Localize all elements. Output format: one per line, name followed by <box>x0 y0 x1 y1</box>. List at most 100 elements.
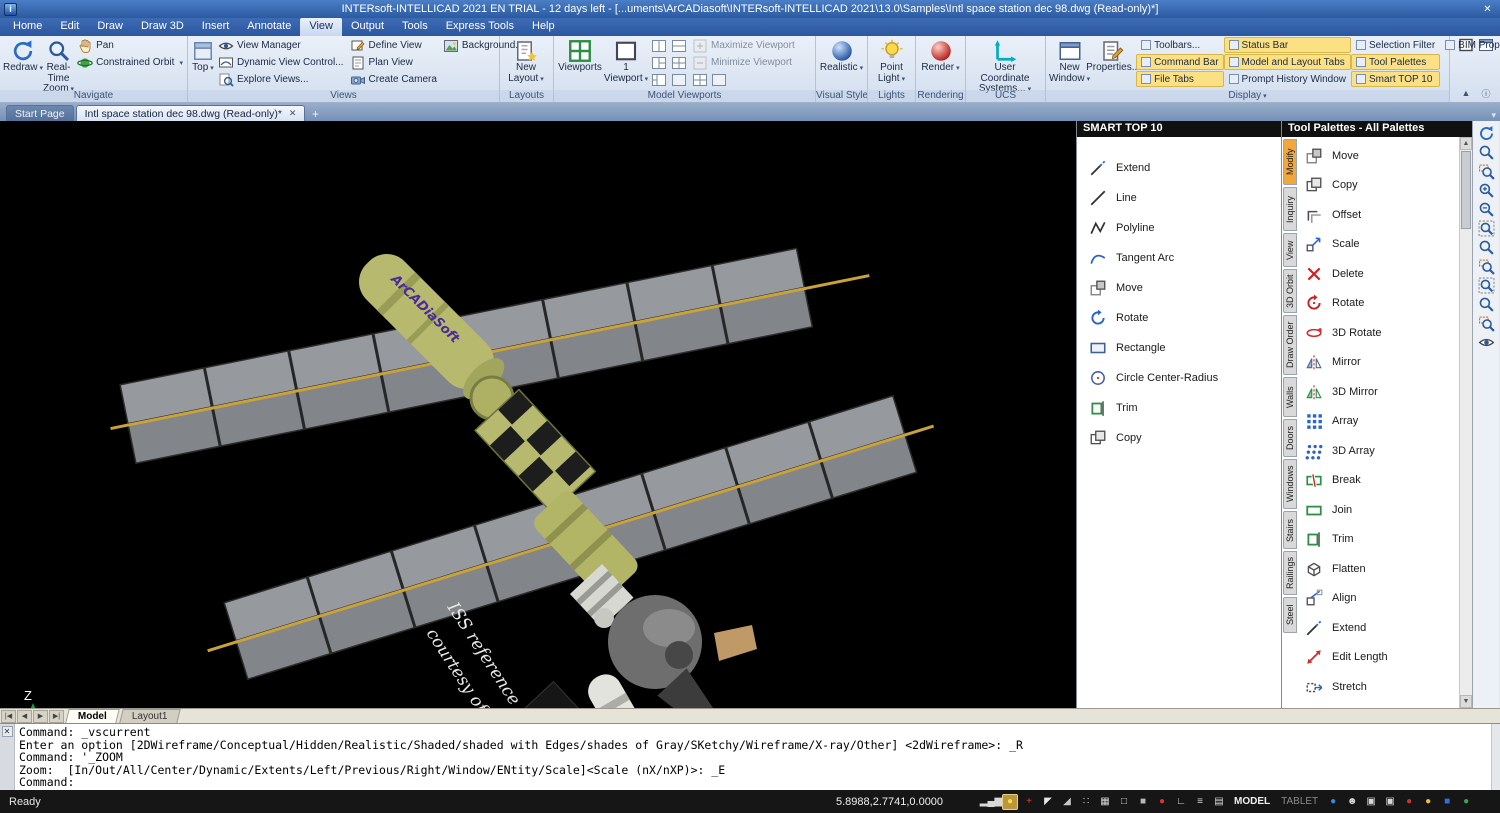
viewports-button[interactable]: Viewports <box>557 37 603 90</box>
toggle-toolbars[interactable]: Toolbars... <box>1136 37 1223 53</box>
lights-icon[interactable]: ● <box>1002 794 1018 810</box>
viewport[interactable]: ArCADiaSoft <box>0 121 1076 708</box>
palette-item-3d-array[interactable]: 3D Array <box>1297 436 1459 466</box>
ortho-icon[interactable]: ∟ <box>1173 794 1189 810</box>
smart-item-circle-center-radius[interactable]: Circle Center-Radius <box>1077 363 1281 393</box>
model-space-indicator[interactable]: MODEL <box>1230 796 1274 807</box>
new-layout-button[interactable]: New Layout▾ <box>503 37 549 90</box>
smart-item-copy[interactable]: Copy <box>1077 423 1281 453</box>
palette-item-array[interactable]: Array <box>1297 407 1459 437</box>
menu-item-express-tools[interactable]: Express Tools <box>437 18 523 36</box>
smart-item-tangent-arc[interactable]: Tangent Arc <box>1077 243 1281 273</box>
toggle-status-bar[interactable]: Status Bar <box>1224 37 1351 53</box>
menu-item-home[interactable]: Home <box>4 18 51 36</box>
ribbon-button-explore-views[interactable]: Explore Views... <box>215 71 347 88</box>
pan-button[interactable]: Pan <box>74 37 186 54</box>
zoom-extents-button[interactable] <box>1475 276 1497 295</box>
record-red-icon[interactable]: ● <box>1401 794 1417 810</box>
palette-item-flatten[interactable]: Flatten <box>1297 554 1459 584</box>
palette-scrollbar[interactable]: ▲ ▼ <box>1459 137 1472 708</box>
palette-item-mirror[interactable]: Mirror <box>1297 348 1459 378</box>
monitor-2-icon[interactable]: ▣ <box>1382 794 1398 810</box>
palette-item-scale[interactable]: Scale <box>1297 230 1459 260</box>
palette-item-trim[interactable]: Trim <box>1297 525 1459 555</box>
eye-button[interactable] <box>1475 333 1497 352</box>
palette-item-3d-mirror[interactable]: 3D Mirror <box>1297 377 1459 407</box>
palette-tab-modify[interactable]: Modify <box>1283 139 1297 185</box>
zoom-dynamic-button[interactable] <box>1475 257 1497 276</box>
viewport-single-icon[interactable] <box>671 72 687 88</box>
viewport-icon[interactable]: □ <box>1116 794 1132 810</box>
layout-nav-icon-2[interactable]: ◀ <box>17 710 32 723</box>
palette-tab-view[interactable]: View <box>1283 233 1297 267</box>
menu-item-draw[interactable]: Draw <box>88 18 132 36</box>
viewport-extra-icon-2[interactable] <box>711 72 727 88</box>
palette-tab-doors[interactable]: Doors <box>1283 419 1297 457</box>
smart-item-rotate[interactable]: Rotate <box>1077 303 1281 333</box>
palette-item-edit-length[interactable]: Edit Length <box>1297 643 1459 673</box>
toggle-tool-palettes[interactable]: Tool Palettes <box>1351 54 1440 70</box>
ribbon-button-view-manager[interactable]: View Manager <box>215 37 347 54</box>
menu-item-view[interactable]: View <box>300 18 342 36</box>
smart-item-polyline[interactable]: Polyline <box>1077 213 1281 243</box>
ribbon-info-icon[interactable]: ⓘ <box>1478 86 1494 100</box>
new-window-button[interactable]: New Window▾ <box>1049 37 1090 90</box>
menu-item-help[interactable]: Help <box>523 18 564 36</box>
ribbon-button-plan-view[interactable]: Plan View <box>347 54 440 71</box>
palette-item-align[interactable]: Align <box>1297 584 1459 614</box>
zoom-previous-button[interactable] <box>1475 295 1497 314</box>
smart-panel-title[interactable]: SMART TOP 10 <box>1077 121 1281 137</box>
ucs-button[interactable]: User Coordinate Systems...▾ <box>969 37 1041 90</box>
close-button[interactable]: ✕ <box>1479 2 1496 16</box>
ribbon-button-create-camera[interactable]: Create Camera <box>347 71 440 88</box>
palette-tab-windows[interactable]: Windows <box>1283 459 1297 509</box>
layout-nav-icon-3[interactable]: ▶ <box>33 710 48 723</box>
layout-tab-layout1[interactable]: Layout1 <box>119 709 180 723</box>
grid-icon[interactable]: ▦ <box>1097 794 1113 810</box>
menu-item-edit[interactable]: Edit <box>51 18 88 36</box>
bim-blue-icon[interactable]: ■ <box>1439 794 1455 810</box>
toggle-bim-properties[interactable]: BIM Properties <box>1440 37 1500 53</box>
palette-item-break[interactable]: Break <box>1297 466 1459 496</box>
zoom-center-button[interactable] <box>1475 238 1497 257</box>
warning-yellow-icon[interactable]: ● <box>1420 794 1436 810</box>
app-blue-icon[interactable]: ● <box>1325 794 1341 810</box>
palette-item-join[interactable]: Join <box>1297 495 1459 525</box>
layout-tab-model[interactable]: Model <box>65 709 119 723</box>
menu-item-annotate[interactable]: Annotate <box>238 18 300 36</box>
menu-item-insert[interactable]: Insert <box>193 18 239 36</box>
command-close-icon[interactable]: ✕ <box>2 726 13 737</box>
list-icon[interactable]: ▤ <box>1211 794 1227 810</box>
status-ok-icon[interactable]: ● <box>1458 794 1474 810</box>
palette-item-3d-rotate[interactable]: 3D Rotate <box>1297 318 1459 348</box>
viewport-split-three-alt-icon[interactable] <box>651 72 667 88</box>
smart-item-line[interactable]: Line <box>1077 183 1281 213</box>
redraw-button[interactable] <box>1475 124 1497 143</box>
tab-close-icon[interactable]: ✕ <box>289 108 297 119</box>
realistic-button[interactable]: Realistic▾ <box>819 37 864 90</box>
snap-icon[interactable]: ◢ <box>1059 794 1075 810</box>
viewport-split-horizontal-icon[interactable] <box>671 38 687 54</box>
palette-item-extend[interactable]: Extend <box>1297 613 1459 643</box>
smart-item-move[interactable]: Move <box>1077 273 1281 303</box>
palette-item-copy[interactable]: Copy <box>1297 171 1459 201</box>
zoom-out-button[interactable] <box>1475 200 1497 219</box>
app-icon[interactable]: i <box>4 3 17 16</box>
palette-tab-inquiry[interactable]: Inquiry <box>1283 187 1297 231</box>
tool-palettes-title[interactable]: Tool Palettes - All Palettes <box>1282 121 1472 137</box>
palette-item-move[interactable]: Move <box>1297 141 1459 171</box>
menu-item-output[interactable]: Output <box>342 18 393 36</box>
toggle-model-and-layout-tabs[interactable]: Model and Layout Tabs <box>1224 54 1351 70</box>
zoom-in-button[interactable] <box>1475 181 1497 200</box>
fill-icon[interactable]: ■ <box>1135 794 1151 810</box>
palette-item-rotate[interactable]: Rotate <box>1297 289 1459 319</box>
ribbon-button-define-view[interactable]: Define View <box>347 37 440 54</box>
minimize-ribbon-icon[interactable]: ▲ <box>1458 86 1474 100</box>
palette-tab-draw-order[interactable]: Draw Order <box>1283 315 1297 375</box>
palette-tab-walls[interactable]: Walls <box>1283 377 1297 417</box>
toggle-file-tabs[interactable]: File Tabs <box>1136 71 1223 87</box>
scroll-thumb[interactable] <box>1461 151 1471 229</box>
smart-item-trim[interactable]: Trim <box>1077 393 1281 423</box>
toggle-smart-top-10[interactable]: Smart TOP 10 <box>1351 71 1440 87</box>
render-button[interactable]: Render▾ <box>919 37 962 90</box>
